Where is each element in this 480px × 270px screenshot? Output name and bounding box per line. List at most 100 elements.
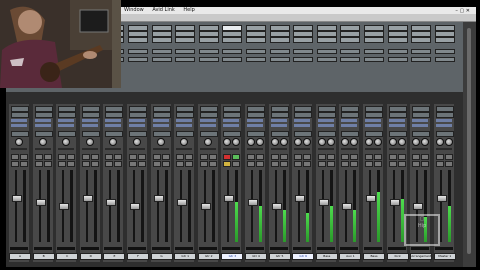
volume-fader[interactable] xyxy=(224,195,235,202)
plugin-slot[interactable] xyxy=(317,124,334,127)
mute-button[interactable] xyxy=(279,161,288,167)
volume-fader[interactable] xyxy=(106,199,117,206)
plugin-slot[interactable] xyxy=(223,119,240,122)
insert-button[interactable] xyxy=(105,112,124,118)
track-name[interactable]: Gtr 3 xyxy=(221,253,244,260)
solo-button[interactable] xyxy=(341,161,350,167)
insert-slot[interactable] xyxy=(364,37,384,43)
send-slot[interactable] xyxy=(151,49,172,54)
track-name[interactable]: E xyxy=(103,253,126,260)
plugin-slot[interactable] xyxy=(341,124,358,127)
volume-fader[interactable] xyxy=(413,203,424,210)
insert-button[interactable] xyxy=(199,112,218,118)
insert-slot[interactable] xyxy=(293,37,314,43)
plugin-slot[interactable] xyxy=(34,124,51,127)
output-button[interactable] xyxy=(152,131,171,137)
output-button[interactable] xyxy=(11,131,29,137)
insert-button[interactable] xyxy=(11,112,29,118)
record-button[interactable] xyxy=(105,154,114,160)
insert-button[interactable] xyxy=(152,112,171,118)
input-monitor-button[interactable] xyxy=(208,154,217,160)
send-slot[interactable] xyxy=(128,49,148,54)
mute-button[interactable] xyxy=(161,161,170,167)
pan-right-knob[interactable] xyxy=(374,138,382,146)
plugin-slot[interactable] xyxy=(81,119,98,122)
plugin-slot[interactable] xyxy=(247,119,263,122)
solo-button[interactable] xyxy=(11,161,19,167)
record-button[interactable] xyxy=(176,154,185,160)
send-slot[interactable] xyxy=(293,57,314,62)
solo-button[interactable] xyxy=(199,161,208,167)
volume-fader[interactable] xyxy=(366,195,376,202)
output-button[interactable] xyxy=(81,131,100,137)
mute-button[interactable] xyxy=(138,161,146,167)
send-slot[interactable] xyxy=(175,49,196,54)
send-slot[interactable] xyxy=(316,49,337,54)
send-slot[interactable] xyxy=(198,57,219,62)
send-slot[interactable] xyxy=(175,57,196,62)
insert-button[interactable] xyxy=(129,112,147,118)
send-slot[interactable] xyxy=(434,49,455,54)
track-name[interactable]: B xyxy=(32,253,55,260)
volume-fader[interactable] xyxy=(436,195,447,202)
send-slot[interactable] xyxy=(434,57,455,62)
solo-button[interactable] xyxy=(270,161,279,167)
output-button[interactable] xyxy=(247,131,265,137)
output-button[interactable] xyxy=(223,131,242,137)
pan-knob[interactable] xyxy=(85,138,94,146)
solo-button[interactable] xyxy=(81,161,90,167)
pan-knob[interactable] xyxy=(156,138,165,146)
record-button[interactable] xyxy=(317,154,326,160)
plugin-slot[interactable] xyxy=(270,124,287,127)
plugin-slot[interactable] xyxy=(223,124,240,127)
pan-knob[interactable] xyxy=(133,138,141,146)
plugin-slot[interactable] xyxy=(129,119,145,122)
plugin-slot[interactable] xyxy=(11,124,27,127)
send-slot[interactable] xyxy=(269,57,290,62)
input-monitor-button[interactable] xyxy=(350,154,359,160)
solo-button[interactable] xyxy=(365,161,373,167)
insert-slot[interactable] xyxy=(434,37,455,43)
send-slot[interactable] xyxy=(198,49,219,54)
volume-fader[interactable] xyxy=(248,199,258,206)
insert-button[interactable] xyxy=(176,112,195,118)
plugin-slot[interactable] xyxy=(129,124,145,127)
plugin-slot[interactable] xyxy=(435,124,452,127)
solo-button[interactable] xyxy=(294,161,303,167)
mute-button[interactable] xyxy=(185,161,194,167)
track-name[interactable]: Gtr 5 xyxy=(268,253,291,260)
solo-button[interactable] xyxy=(388,161,397,167)
mute-button[interactable] xyxy=(303,161,312,167)
menu-window[interactable]: Window xyxy=(124,7,144,13)
volume-fader[interactable] xyxy=(12,195,22,202)
input-monitor-button[interactable] xyxy=(256,154,264,160)
mute-button[interactable] xyxy=(350,161,359,167)
plugin-slot[interactable] xyxy=(152,119,169,122)
menu-avid-link[interactable]: Avid Link xyxy=(152,7,174,13)
output-button[interactable] xyxy=(34,131,53,137)
plugin-slot[interactable] xyxy=(105,124,122,127)
volume-fader[interactable] xyxy=(130,203,140,210)
plugin-slot[interactable] xyxy=(199,124,216,127)
plugin-slot[interactable] xyxy=(388,124,405,127)
mute-button[interactable] xyxy=(397,161,406,167)
plugin-slot[interactable] xyxy=(365,119,381,122)
plugin-slot[interactable] xyxy=(152,124,169,127)
track-name[interactable]: Master 1 xyxy=(433,253,456,260)
record-button[interactable] xyxy=(223,154,232,160)
volume-fader[interactable] xyxy=(318,199,329,206)
output-button[interactable] xyxy=(341,131,360,137)
input-monitor-button[interactable] xyxy=(303,154,312,160)
insert-slot[interactable] xyxy=(128,37,148,43)
output-button[interactable] xyxy=(317,131,336,137)
plugin-slot[interactable] xyxy=(412,119,429,122)
record-button[interactable] xyxy=(129,154,137,160)
plugin-slot[interactable] xyxy=(365,124,381,127)
solo-button[interactable] xyxy=(58,161,67,167)
mute-button[interactable] xyxy=(90,161,99,167)
input-monitor-button[interactable] xyxy=(444,154,453,160)
input-monitor-button[interactable] xyxy=(20,154,28,160)
volume-fader[interactable] xyxy=(200,203,211,210)
mute-button[interactable] xyxy=(256,161,264,167)
send-slot[interactable] xyxy=(246,57,266,62)
